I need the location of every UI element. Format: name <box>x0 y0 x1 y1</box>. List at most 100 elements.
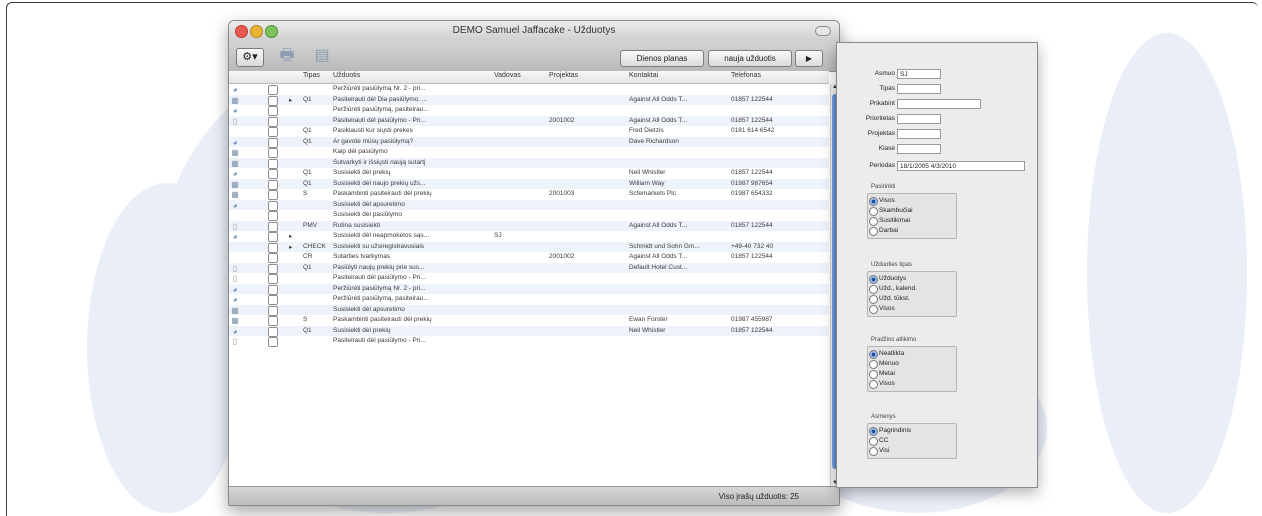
printer-icon[interactable]: 🖶 <box>277 45 297 67</box>
play-button[interactable]: ▶ <box>795 50 823 67</box>
table-row[interactable]: ▸ CHECK Susisiekti su užsiregistravusiais S… <box>229 241 829 253</box>
filter-field[interactable] <box>897 144 941 154</box>
radio-option[interactable]: Visos <box>868 304 956 314</box>
done-checkbox[interactable] <box>268 211 278 221</box>
cell-phone: +49-40 732 40 <box>731 242 774 250</box>
table-row[interactable]: ▦ Kaip dėl pasiūlymo <box>229 147 829 158</box>
radio-option[interactable]: Visos <box>868 379 956 389</box>
table-row[interactable]: ▦ S Paskambinti pasiteirauti dėl prekių Ewa… <box>229 315 829 326</box>
column-header-type[interactable]: Tipas <box>303 72 320 79</box>
done-checkbox[interactable] <box>268 137 278 148</box>
filter-field[interactable] <box>897 129 941 139</box>
row-flag: ▸ <box>289 96 293 104</box>
done-checkbox[interactable] <box>268 179 278 190</box>
radio-option[interactable]: CC <box>868 436 956 446</box>
table-row[interactable]: Q1 Pasiklausti kur siųsti prekes Fred Diet… <box>229 126 829 137</box>
table-row[interactable]: ▯ Pasiteirauti dėl pasiūlymo - Pri... <box>229 336 829 347</box>
table-row[interactable]: ▦ S Paskambinti pasiteirauti dėl prekių 200… <box>229 189 829 200</box>
done-checkbox[interactable] <box>268 284 278 295</box>
done-checkbox[interactable] <box>268 158 278 169</box>
done-checkbox[interactable] <box>268 95 278 106</box>
table-row[interactable]: ▦ ▸ Q1 Pasiteirauti dėl Dia pasiūlymo. ... A… <box>229 94 829 106</box>
toolbar-toggle-button[interactable] <box>815 26 831 36</box>
table-row[interactable]: ◕ Q1 Susisiekti dėl prekių Neil Whistler 018… <box>229 325 829 337</box>
radio-option[interactable]: Pagrindinis <box>868 426 956 436</box>
radio-option[interactable]: Užd. tūkst. <box>868 294 956 304</box>
done-checkbox[interactable] <box>268 263 278 274</box>
table-row[interactable]: ◕ Peržiūrėti pasiūlymą, pasiteirau... <box>229 105 829 116</box>
filter-field[interactable] <box>897 99 981 109</box>
radio-option[interactable]: Darbai <box>868 226 956 236</box>
table-row[interactable]: ◕ Q1 Ar gavote mūsų pasiūlymą? Dave Richard… <box>229 136 829 148</box>
radio-icon <box>869 447 878 456</box>
radio-option[interactable]: Mėnuo <box>868 359 956 369</box>
table-row[interactable]: ◕ Susisiekti dėl apsuretimo <box>229 199 829 211</box>
cell-task: Pasiteirauti dėl pasiūlymo - Pri... <box>333 274 426 281</box>
day-plan-button[interactable]: Dienos planas <box>620 50 704 67</box>
done-checkbox[interactable] <box>268 326 278 337</box>
lock-icon: ▯ <box>232 337 238 346</box>
radio-label: Metai <box>879 370 895 377</box>
status-bar: Viso įrašų užduotis: 25 <box>229 486 839 505</box>
new-task-icon[interactable]: ▤ <box>312 45 332 67</box>
done-checkbox[interactable] <box>268 232 278 242</box>
done-checkbox[interactable] <box>268 85 278 95</box>
done-checkbox[interactable] <box>268 169 278 179</box>
filter-field[interactable] <box>897 114 941 124</box>
column-header-contact[interactable]: Kontaktai <box>629 72 658 79</box>
done-checkbox[interactable] <box>268 337 278 347</box>
table-row[interactable]: ▯ Pasiteirauti dėl pasiūlymo - Pri... <box>229 273 829 284</box>
radio-option[interactable]: Užduotys <box>868 274 956 284</box>
new-task-button[interactable]: nauja užduotis <box>708 50 792 67</box>
done-checkbox[interactable] <box>268 200 278 211</box>
done-checkbox[interactable] <box>268 116 278 127</box>
radio-label: Užduotys <box>879 275 907 282</box>
done-checkbox[interactable] <box>268 221 278 232</box>
cell-contact: Against All Odds T... <box>629 221 688 229</box>
done-checkbox[interactable] <box>268 148 278 158</box>
column-header-project[interactable]: Projektas <box>549 72 578 79</box>
column-header-lead[interactable]: Vadovas <box>494 72 521 79</box>
done-checkbox[interactable] <box>268 253 278 263</box>
filter-panel: Asmuo SJ Tipas Prikabint Prioritetas Projekta… <box>836 42 1038 488</box>
filter-field[interactable] <box>897 84 941 94</box>
done-checkbox[interactable] <box>268 127 278 137</box>
radio-option[interactable]: Neatlikta <box>868 349 956 359</box>
done-checkbox[interactable] <box>268 274 278 284</box>
table-row[interactable]: ▦ Susisiekti dėl apsuretimo <box>229 304 829 316</box>
column-header-task[interactable]: Užduotis <box>333 72 360 79</box>
radio-option[interactable]: Metai <box>868 369 956 379</box>
table-row[interactable]: ◕ Peržiūrėti pasiūlymą, pasiteirau... <box>229 294 829 305</box>
lock-icon: ▯ <box>232 263 238 273</box>
done-checkbox[interactable] <box>268 190 278 200</box>
radio-option[interactable]: Visi <box>868 446 956 456</box>
gear-menu-button[interactable]: ⚙▾ <box>236 48 264 67</box>
cell-phone: 01987 987654 <box>731 179 773 187</box>
radio-option[interactable]: Susitikimai <box>868 216 956 226</box>
done-checkbox[interactable] <box>268 305 278 316</box>
table-row[interactable]: ◕ Peržiūrėti pasiūlymą Nr. 2 - pri... <box>229 283 829 295</box>
radio-option[interactable]: Skambučiai <box>868 206 956 216</box>
task-table: ◕ Peržiūrėti pasiūlymą Nr. 2 - pri... ▦ ▸ Q1… <box>229 84 829 347</box>
table-row[interactable]: ▦ Sutvarkyti ir išsiųsti naują sutartį <box>229 157 829 169</box>
table-row[interactable]: ◕ Peržiūrėti pasiūlymą Nr. 2 - pri... <box>229 84 829 95</box>
table-row[interactable]: ▦ Q1 Susisiekti dėl naujo prekių užs... Wil… <box>229 178 829 190</box>
done-checkbox[interactable] <box>268 316 278 326</box>
cell-type: Q1 <box>303 169 312 176</box>
table-row[interactable]: Susisiekti dėl pasiūlymo <box>229 210 829 221</box>
done-checkbox[interactable] <box>268 295 278 305</box>
radio-option[interactable]: Visos <box>868 196 956 206</box>
cell-task: Peržiūrėti pasiūlymą Nr. 2 - pri... <box>333 284 426 292</box>
table-row[interactable]: ◕ ▸ Susisiekti dėl neapmokėtos sąs... SJ <box>229 231 829 242</box>
table-row[interactable]: CR Sutarties tvarkymas 2001002 Against All … <box>229 252 829 263</box>
table-row[interactable]: ◕ Q1 Susisiekti dėl prekių Neil Whistler 018… <box>229 168 829 179</box>
done-checkbox[interactable] <box>268 106 278 116</box>
column-header-phone[interactable]: Telefonas <box>731 72 761 79</box>
table-row[interactable]: ▯ PMV Rutina susisiekti Against All Odds T.… <box>229 220 829 232</box>
done-checkbox[interactable] <box>268 242 278 253</box>
table-row[interactable]: ▯ Q1 Pasiūlyti naujų prekių prie sus... Def… <box>229 262 829 274</box>
filter-field[interactable]: SJ <box>897 69 941 79</box>
table-row[interactable]: ▯ Pasiteirauti dėl pasiūlymo - Pri... 2001… <box>229 115 829 127</box>
filter-field[interactable]: 18/1/2005 4/3/2010 <box>897 161 1025 171</box>
radio-option[interactable]: Užd., kalend. <box>868 284 956 294</box>
